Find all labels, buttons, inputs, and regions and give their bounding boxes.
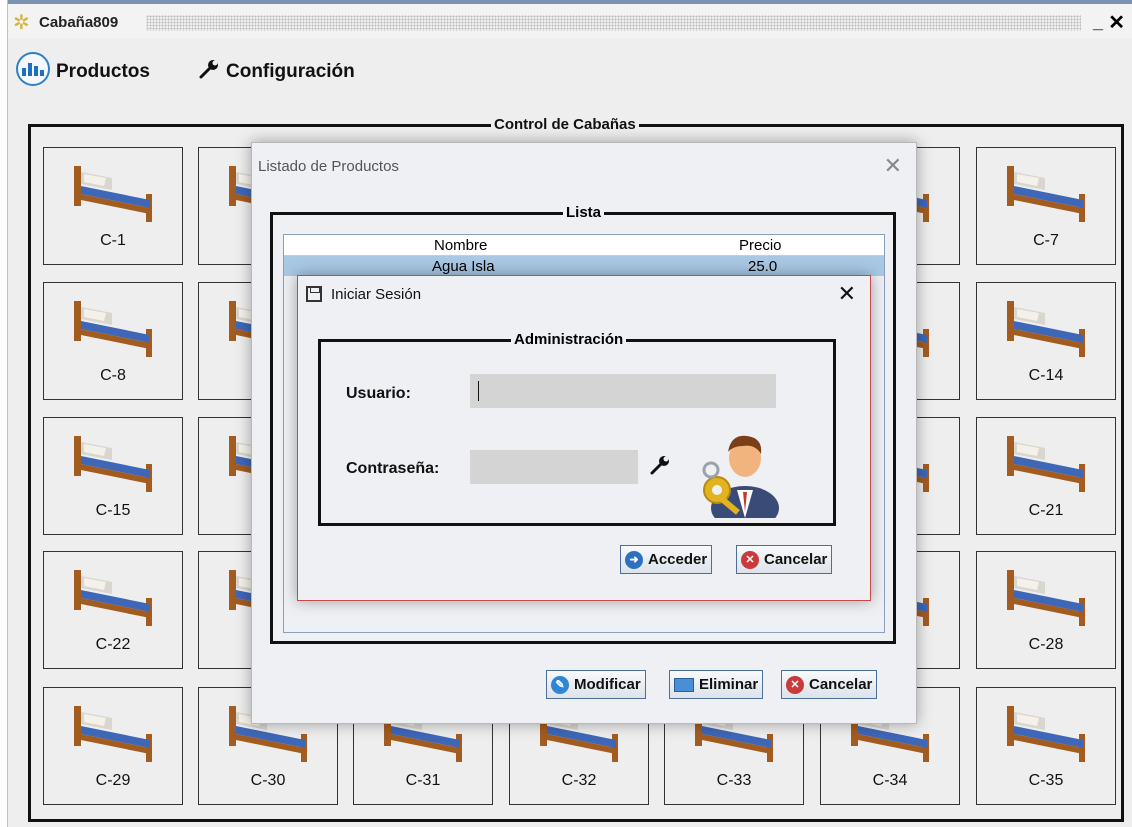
eliminar-label: Eliminar [699, 676, 759, 693]
cabin-button-c-7[interactable]: C-7 [976, 147, 1116, 265]
usuario-input[interactable] [470, 374, 776, 408]
bed-icon [72, 564, 156, 628]
cabin-label: C-32 [561, 772, 597, 789]
cabin-label: C-30 [250, 772, 286, 789]
panel-title: Control de Cabañas [491, 116, 639, 133]
cabin-button-c-28[interactable]: C-28 [976, 551, 1116, 669]
star-app-icon: ✲ [13, 12, 30, 34]
cabin-button-c-1[interactable]: C-1 [43, 147, 183, 265]
login-close-icon[interactable]: ✕ [838, 281, 856, 307]
cabin-label: C-7 [1033, 232, 1059, 249]
productos-close-icon[interactable]: ✕ [884, 153, 902, 179]
cabin-button-c-15[interactable]: C-15 [43, 417, 183, 535]
cancel-icon: ✕ [786, 675, 804, 694]
table-row[interactable]: Agua Isla 25.0 [284, 256, 884, 276]
password-label: Contraseña: [346, 460, 440, 477]
password-input[interactable] [470, 450, 638, 484]
cancel-icon: ✕ [741, 550, 759, 569]
productos-cancelar-button[interactable]: ✕ Cancelar [781, 670, 878, 699]
cabin-label: C-33 [716, 772, 752, 789]
bed-icon [72, 295, 156, 359]
cabin-label: C-31 [405, 772, 441, 789]
bar-chart-icon [16, 52, 50, 86]
eliminar-button[interactable]: Eliminar [669, 670, 764, 699]
login-cancelar-button[interactable]: ✕ Cancelar [736, 545, 833, 574]
cabin-button-c-22[interactable]: C-22 [43, 551, 183, 669]
bed-icon [72, 700, 156, 764]
login-dialog-title: Iniciar Sesión [331, 286, 422, 303]
edit-icon: ✎ [551, 675, 569, 694]
login-cancelar-label: Cancelar [764, 551, 828, 568]
cabin-label: C-8 [100, 367, 126, 384]
modificar-button[interactable]: ✎ Modificar [546, 670, 646, 699]
window-title: Cabaña809 [39, 14, 119, 31]
menu-productos[interactable]: Productos [16, 52, 150, 86]
save-icon [306, 286, 322, 302]
column-header-nombre[interactable]: Nombre [434, 237, 487, 254]
productos-dialog-title: Listado de Productos [258, 158, 399, 175]
productos-cancelar-label: Cancelar [809, 676, 873, 693]
cabin-label: C-35 [1028, 772, 1064, 789]
cabin-label: C-21 [1028, 502, 1064, 519]
bed-icon [72, 430, 156, 494]
cabin-label: C-1 [100, 232, 126, 249]
administracion-group: Administración Usuario: Contraseña: [318, 331, 836, 530]
menu-bar: Productos Configuración [8, 38, 1132, 98]
login-dialog: Iniciar Sesión ✕ Administración Usuario:… [297, 275, 871, 601]
acceder-label: Acceder [648, 551, 708, 568]
menu-configuracion-label: Configuración [226, 61, 355, 82]
close-button[interactable]: ✕ [1108, 10, 1125, 35]
cabin-button-c-21[interactable]: C-21 [976, 417, 1116, 535]
bed-icon [1005, 564, 1089, 628]
title-drag-area[interactable] [146, 15, 1081, 31]
administracion-group-title: Administración [511, 331, 627, 348]
bed-icon [1005, 430, 1089, 494]
wrench-icon[interactable] [649, 454, 671, 481]
bed-icon [1005, 700, 1089, 764]
cabin-label: C-22 [95, 636, 131, 653]
lista-group-title: Lista [563, 204, 605, 221]
title-bar: ✲ Cabaña809 _ ✕ [8, 0, 1132, 38]
text-caret [478, 381, 479, 401]
cabin-button-c-29[interactable]: C-29 [43, 687, 183, 805]
menu-configuracion[interactable]: Configuración [198, 58, 355, 86]
cabin-label: C-14 [1028, 367, 1064, 384]
user-key-icon [697, 428, 783, 530]
minimize-button[interactable]: _ [1093, 12, 1103, 33]
cabin-label: C-34 [872, 772, 908, 789]
bed-icon [1005, 295, 1089, 359]
arrow-right-icon: ➜ [625, 550, 643, 569]
eraser-icon [674, 677, 694, 692]
modificar-label: Modificar [574, 676, 641, 693]
cabin-button-c-8[interactable]: C-8 [43, 282, 183, 400]
cabin-label: C-29 [95, 772, 131, 789]
menu-productos-label: Productos [56, 61, 150, 82]
cell-precio: 25.0 [748, 258, 778, 275]
cabin-button-c-35[interactable]: C-35 [976, 687, 1116, 805]
cell-nombre: Agua Isla [432, 258, 495, 275]
wrench-icon [198, 58, 220, 86]
column-header-precio[interactable]: Precio [739, 237, 782, 254]
cabin-label: C-15 [95, 502, 131, 519]
usuario-label: Usuario: [346, 385, 411, 402]
bed-icon [72, 160, 156, 224]
bed-icon [1005, 160, 1089, 224]
cabin-button-c-14[interactable]: C-14 [976, 282, 1116, 400]
acceder-button[interactable]: ➜ Acceder [620, 545, 713, 574]
cabin-label: C-28 [1028, 636, 1064, 653]
table-header: Nombre Precio [284, 235, 884, 256]
